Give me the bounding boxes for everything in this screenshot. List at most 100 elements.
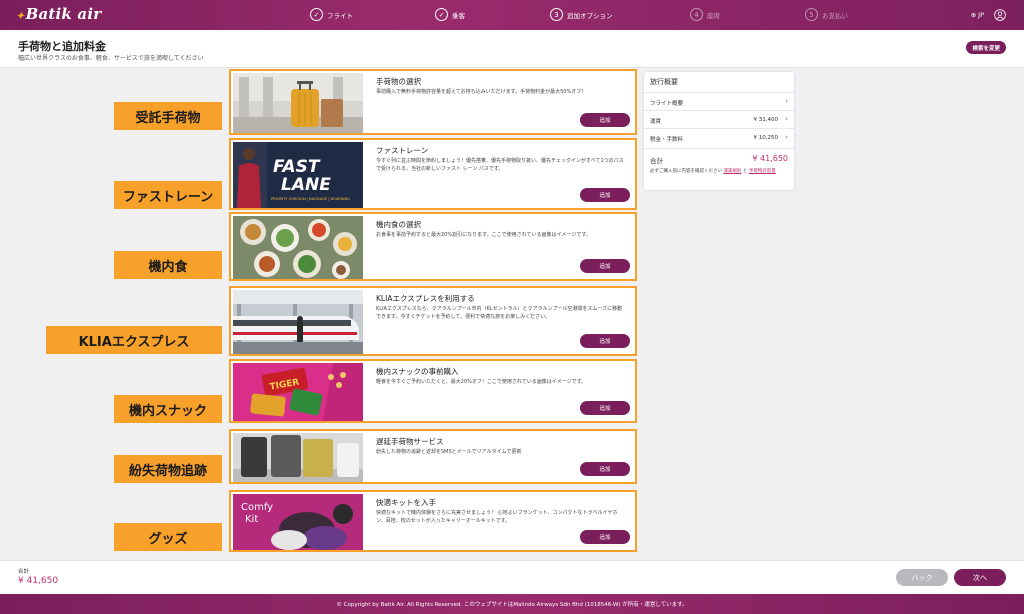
card-title: 快適キットを入手 bbox=[376, 498, 436, 507]
footer-copyright: © Copyright by Batik Air. All Rights Res… bbox=[0, 594, 1024, 614]
baggage-allowance-link[interactable]: 手荷物許容量 bbox=[749, 169, 776, 174]
summary-row-value: ¥ 31,400 bbox=[753, 117, 779, 123]
comfy-kit-image: Comfy Kit bbox=[233, 494, 363, 550]
language-selector[interactable]: ⊕ JP bbox=[971, 11, 984, 19]
summary-row-value: ¥ 10,250 bbox=[753, 135, 779, 141]
card-delayed-baggage: 遅延手荷物サービス 紛失した荷物の追跡と返却をSMSとメールでリアルタイムで更新… bbox=[229, 429, 637, 484]
step-number: 3 bbox=[550, 8, 563, 21]
add-klia-express-button[interactable]: 追加 bbox=[580, 334, 630, 348]
add-delayed-baggage-button[interactable]: 追加 bbox=[580, 462, 630, 476]
fare-rules-link[interactable]: 運賃規則 bbox=[723, 169, 741, 174]
card-snack: TIGER 機内スナックの事前購入 軽食を今すぐご予約いただくと、最大20%オフ… bbox=[229, 359, 637, 423]
change-search-button[interactable]: 検索を変更 bbox=[966, 41, 1006, 54]
fast-lane-image: FAST LANE PRIORITY CHECK-IN | BAGGAGE | … bbox=[233, 142, 363, 208]
comfy-kit-text-2: Kit bbox=[245, 514, 258, 525]
trip-summary-panel: 旅行概要 フライト概要 › 運賃 ¥ 31,400 › 税金・手数料 ¥ 10,… bbox=[644, 72, 794, 190]
summary-total-label: 合計 bbox=[650, 157, 663, 165]
delayed-baggage-image bbox=[233, 433, 363, 482]
note-text: 必ずご購入前に内容を確認ください bbox=[650, 169, 722, 174]
step-label: お支払い bbox=[822, 11, 848, 20]
fast-lane-text-3: PRIORITY CHECK-IN | BAGGAGE | BOARDING bbox=[271, 197, 350, 201]
check-icon: ✓ bbox=[310, 8, 323, 21]
label-goods: グッズ bbox=[114, 523, 222, 551]
card-title: 機内食の選択 bbox=[376, 220, 421, 229]
fast-lane-text-2: LANE bbox=[281, 175, 331, 195]
next-button[interactable]: 次へ bbox=[954, 569, 1006, 586]
chevron-right-icon: › bbox=[785, 115, 788, 123]
add-snack-button[interactable]: 追加 bbox=[580, 401, 630, 415]
step-number: 5 bbox=[805, 8, 818, 21]
page-subtitle: 幅広い世界クラスのお食事、軽食、サービスで旅を満喫してください bbox=[18, 55, 204, 62]
fast-lane-text-1: FAST bbox=[273, 157, 321, 177]
summary-note: 必ずご購入前に内容を確認ください 運賃規則 と 手荷物許容量 bbox=[650, 168, 790, 175]
globe-icon: ⊕ bbox=[970, 11, 977, 19]
card-klia-express: KLIAエクスプレスを利用する KLIAエクスプレスなら、クアラルンプール市内（… bbox=[229, 286, 637, 356]
card-description: 軽食を今すぐご予約いただくと、最大20%オフ！ここで使用されている画像はイメージ… bbox=[376, 379, 587, 385]
card-title: KLIAエクスプレスを利用する bbox=[376, 294, 475, 303]
klia-train-image bbox=[233, 290, 363, 354]
progress-steps: ✓ フライト ✓ 乗客 3 追加オプション 4 座席 5 お支払い bbox=[300, 0, 900, 30]
summary-row-label: フライト概要 bbox=[650, 101, 684, 107]
card-description: 快適なキットで機内体験をさらに充実させましょう！ 心地よいブランケット、コンパク… bbox=[376, 510, 618, 524]
back-button[interactable]: バック bbox=[896, 569, 948, 586]
step-label: 追加オプション bbox=[567, 11, 613, 20]
card-title: 遅延手荷物サービス bbox=[376, 437, 444, 446]
add-fast-lane-button[interactable]: 追加 bbox=[580, 188, 630, 202]
step-number: 4 bbox=[690, 8, 703, 21]
baggage-image bbox=[233, 73, 363, 133]
card-comfy-kit: Comfy Kit 快適キットを入手 快適なキットで機内体験をさらに充実させまし… bbox=[229, 490, 637, 552]
card-baggage: 手荷物の選択 事前購入で無料手荷物許容量を超えてお持ち込みいただけます。手荷物料… bbox=[229, 69, 637, 135]
label-inflight-meal: 機内食 bbox=[114, 251, 222, 279]
card-description: お食事を事前予約すると最大20%割引になります。ここで使用されている画像はイメー… bbox=[376, 232, 591, 238]
step-payment[interactable]: 5 お支払い bbox=[805, 8, 848, 21]
language-code: JP bbox=[978, 11, 984, 19]
chevron-right-icon: › bbox=[785, 133, 788, 141]
add-meal-button[interactable]: 追加 bbox=[580, 259, 630, 273]
card-fast-lane: FAST LANE PRIORITY CHECK-IN | BAGGAGE | … bbox=[229, 138, 637, 210]
user-icon[interactable] bbox=[994, 9, 1006, 21]
card-title: 機内スナックの事前購入 bbox=[376, 367, 459, 376]
card-description: 紛失した荷物の追跡と返却をSMSとメールでリアルタイムで更新 bbox=[376, 449, 522, 455]
meal-image bbox=[233, 216, 363, 279]
card-description: 今すぐ列に並ぶ時間を節約しましょう！優先搭乗、優先手荷物取り扱い、優先チェックイ… bbox=[376, 158, 624, 172]
summary-title: 旅行概要 bbox=[650, 78, 678, 86]
card-title: 手荷物の選択 bbox=[376, 77, 421, 86]
step-label: フライト bbox=[327, 11, 353, 20]
card-description: 事前購入で無料手荷物許容量を超えてお持ち込みいただけます。手荷物料金が最大50%… bbox=[376, 89, 587, 95]
step-passengers[interactable]: ✓ 乗客 bbox=[435, 8, 465, 21]
wing-icon: ✦ bbox=[16, 11, 25, 22]
step-flight[interactable]: ✓ フライト bbox=[310, 8, 353, 21]
summary-row-label: 税金・手数料 bbox=[650, 137, 684, 143]
label-fast-lane: ファストレーン bbox=[114, 181, 222, 209]
step-add-ons[interactable]: 3 追加オプション bbox=[550, 8, 613, 21]
batik-air-logo[interactable]: ✦Batik air bbox=[16, 5, 101, 23]
label-inflight-snack: 機内スナック bbox=[114, 395, 222, 423]
bottom-total-bar: 合計 ¥ 41,650 バック 次へ bbox=[0, 560, 1024, 594]
check-icon: ✓ bbox=[435, 8, 448, 21]
note-text: と bbox=[742, 169, 748, 174]
add-baggage-button[interactable]: 追加 bbox=[580, 113, 630, 127]
card-description: KLIAエクスプレスなら、クアラルンプール市内（KLセントラル）とクアラルンプー… bbox=[376, 306, 623, 320]
summary-flight-row[interactable]: フライト概要 › bbox=[644, 92, 794, 110]
add-comfy-kit-button[interactable]: 追加 bbox=[580, 530, 630, 544]
total-label: 合計 bbox=[18, 569, 30, 575]
snack-image: TIGER bbox=[233, 363, 363, 421]
summary-row-label: 運賃 bbox=[650, 119, 662, 125]
step-seats[interactable]: 4 座席 bbox=[690, 8, 720, 21]
label-klia-express: KLIAエクスプレス bbox=[46, 326, 222, 354]
page-title: 手荷物と追加料金 bbox=[18, 40, 106, 53]
logo-text: Batik air bbox=[25, 5, 102, 23]
comfy-kit-text-1: Comfy bbox=[241, 502, 273, 513]
summary-fare-row[interactable]: 運賃 ¥ 31,400 › bbox=[644, 110, 794, 128]
summary-total: 合計 ¥ 41,650 必ずご購入前に内容を確認ください 運賃規則 と 手荷物許… bbox=[644, 148, 794, 190]
top-navbar: ✦Batik air ✓ フライト ✓ 乗客 3 追加オプション 4 座席 5 お支払い … bbox=[0, 0, 1024, 30]
label-lost-baggage-tracking: 紛失荷物追跡 bbox=[114, 455, 222, 483]
card-meal: 機内食の選択 お食事を事前予約すると最大20%割引になります。ここで使用されてい… bbox=[229, 212, 637, 281]
chevron-right-icon: › bbox=[785, 97, 788, 105]
total-value: ¥ 41,650 bbox=[18, 576, 59, 586]
page-header: 手荷物と追加料金 幅広い世界クラスのお食事、軽食、サービスで旅を満喫してください… bbox=[0, 30, 1024, 68]
step-label: 乗客 bbox=[452, 11, 465, 20]
label-checked-baggage: 受託手荷物 bbox=[114, 102, 222, 130]
summary-total-value: ¥ 41,650 bbox=[752, 154, 788, 163]
summary-tax-row[interactable]: 税金・手数料 ¥ 10,250 › bbox=[644, 128, 794, 146]
